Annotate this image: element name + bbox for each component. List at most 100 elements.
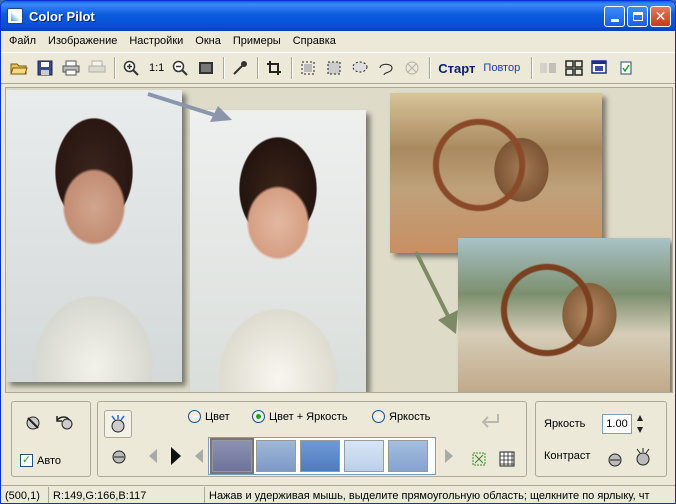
table-button[interactable] [496, 448, 518, 470]
status-bar: (500,1) R:149,G:166,B:117 Нажав и удержи… [1, 485, 675, 503]
close-icon: ✕ [654, 8, 667, 25]
freehand-lasso-icon [379, 63, 393, 76]
menu-help[interactable]: Справка [287, 35, 342, 47]
menu-examples[interactable]: Примеры [227, 35, 287, 47]
window-button[interactable] [588, 56, 612, 80]
before-after-arrow-icon [147, 92, 232, 122]
select-fill-button[interactable] [322, 56, 346, 80]
menu-windows[interactable]: Окна [189, 35, 227, 47]
auto-label: Авто [37, 454, 61, 467]
menu-bar: Файл Изображение Настройки Окна Примеры … [1, 31, 675, 51]
open-button[interactable] [7, 56, 31, 80]
close-button[interactable]: ✕ [650, 6, 671, 27]
menu-settings[interactable]: Настройки [123, 35, 189, 47]
save-icon [37, 60, 53, 76]
select-rect-icon [301, 61, 315, 75]
control-panel: ✓ Авто Цвет Цвет + Яркость Яркость Яркос… [1, 397, 675, 485]
menu-file[interactable]: Файл [3, 35, 42, 47]
tile-icon [565, 60, 583, 76]
grid-select-button[interactable] [468, 448, 490, 470]
enter-icon [481, 414, 499, 428]
status-rgb: R:149,G:166,B:117 [49, 486, 205, 503]
minimize-button[interactable] [604, 6, 625, 27]
start-button[interactable]: Старт [438, 61, 475, 76]
small-preview-button[interactable] [108, 446, 130, 468]
corrected-portrait-image [190, 110, 366, 392]
contrast-decrease-button[interactable] [604, 448, 626, 470]
compare-icon [540, 63, 557, 73]
next-arrow-icon[interactable] [444, 448, 454, 464]
mode-brightness-label: Яркость [389, 410, 431, 423]
auto-correct-icon [26, 416, 40, 430]
compare-button[interactable] [536, 56, 560, 80]
maximize-button[interactable] [627, 6, 648, 27]
open-icon [10, 63, 28, 75]
window-title: Color Pilot [29, 8, 95, 24]
crop-button[interactable] [262, 56, 286, 80]
play-arrow-icon[interactable] [170, 446, 182, 466]
clear-selection-button[interactable] [400, 56, 424, 80]
prev-arrow-icon[interactable] [148, 448, 158, 464]
zoom-actual-button[interactable]: 1:1 [149, 62, 164, 74]
zoom-in-icon [123, 60, 139, 76]
variant-thumbnail[interactable] [210, 438, 254, 474]
auto-checkbox[interactable]: ✓ [20, 454, 33, 467]
minimize-icon [610, 19, 619, 22]
prev-page-arrow-icon[interactable] [194, 448, 204, 464]
repeat-button[interactable]: Повтор [483, 62, 520, 74]
title-bar[interactable]: Color Pilot ✕ [1, 1, 675, 31]
undo-icon [56, 416, 73, 430]
enter-button[interactable] [480, 410, 502, 432]
contrast-increase-icon [636, 448, 650, 466]
image-canvas[interactable] [5, 87, 673, 393]
original-portrait-image [6, 90, 182, 382]
zoom-in-button[interactable] [119, 56, 143, 80]
mode-brightness-option[interactable]: Яркость [372, 410, 430, 423]
variant-thumbnail[interactable] [388, 440, 428, 472]
mode-color-radio[interactable] [188, 410, 201, 423]
status-hint: Нажав и удерживая мышь, выделите прямоуг… [209, 489, 650, 502]
original-wheel-image [390, 93, 602, 253]
variant-thumbnail[interactable] [256, 440, 296, 472]
contrast-increase-button[interactable] [632, 446, 654, 468]
toolbar-separator [531, 57, 534, 79]
variant-strip [208, 437, 436, 475]
zoom-out-button[interactable] [168, 56, 192, 80]
checkbox-toolbar-button[interactable] [614, 56, 638, 80]
select-rect-button[interactable] [296, 56, 320, 80]
lasso-button[interactable] [348, 56, 372, 80]
mode-color-brightness-radio[interactable] [252, 410, 265, 423]
check-icon [620, 61, 632, 75]
table-icon [499, 451, 515, 467]
before-after-arrow-icon [414, 251, 458, 334]
mode-color-label: Цвет [205, 410, 230, 423]
grid-select-icon [472, 452, 486, 466]
auto-correct-button[interactable] [22, 412, 44, 434]
eyedropper-icon [233, 61, 248, 75]
tile-button[interactable] [562, 56, 586, 80]
variant-thumbnail[interactable] [300, 440, 340, 472]
mode-brightness-radio[interactable] [372, 410, 385, 423]
brightness-spin-icon[interactable] [636, 412, 644, 436]
freehand-lasso-button[interactable] [374, 56, 398, 80]
contrast-label: Контраст [544, 450, 591, 462]
mode-color-brightness-option[interactable]: Цвет + Яркость [252, 410, 348, 423]
auto-checkbox-row[interactable]: ✓ Авто [20, 454, 61, 467]
save-button[interactable] [33, 56, 57, 80]
undo-button[interactable] [54, 412, 76, 434]
print-button[interactable] [59, 56, 83, 80]
corrected-wheel-image [458, 238, 670, 392]
variant-thumbnail[interactable] [344, 440, 384, 472]
fit-screen-icon [199, 62, 214, 74]
apply-icon [111, 415, 125, 433]
clear-selection-icon [405, 61, 419, 75]
brightness-input[interactable]: 1.00 [602, 414, 632, 434]
eyedropper-button[interactable] [228, 56, 252, 80]
apply-button[interactable] [104, 410, 132, 438]
mode-color-option[interactable]: Цвет [188, 410, 230, 423]
menu-image[interactable]: Изображение [42, 35, 123, 47]
app-icon [7, 8, 23, 24]
print-preview-button[interactable] [85, 56, 109, 80]
fit-screen-button[interactable] [194, 56, 218, 80]
toolbar-separator [223, 57, 226, 79]
